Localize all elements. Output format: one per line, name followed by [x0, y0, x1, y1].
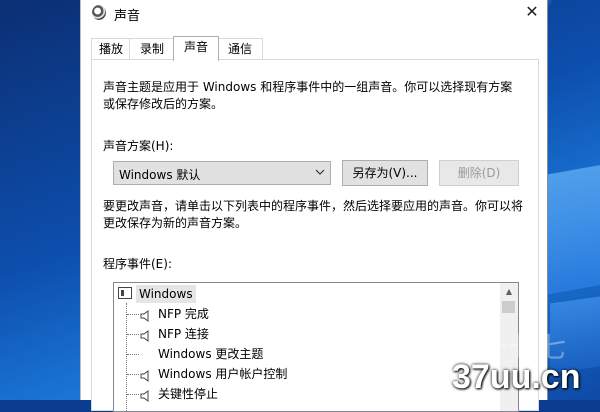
speaker-icon	[140, 368, 152, 382]
event-label: NFP 完成	[158, 307, 209, 321]
close-button[interactable]: ✕	[518, 0, 546, 26]
events-instructions: 要更改声音，请单击以下列表中的程序事件，然后选择要应用的声音。你可以将更改保存为…	[103, 199, 524, 230]
scroll-thumb[interactable]	[502, 301, 515, 313]
list-item[interactable]: Windows 更改主题	[114, 344, 500, 364]
tree-branch	[127, 394, 139, 395]
tab-recording[interactable]: 录制	[129, 38, 175, 59]
tree-branch	[127, 334, 139, 335]
event-group-label: Windows	[136, 285, 196, 303]
event-label: Windows 用户帐户控制	[158, 367, 288, 381]
tab-playback[interactable]: 播放	[91, 38, 131, 59]
chevron-down-icon	[315, 166, 325, 180]
list-item[interactable]: NFP 完成	[114, 304, 500, 324]
program-events-label: 程序事件(E):	[103, 257, 172, 271]
event-label: Windows 更改主题	[158, 347, 264, 361]
event-group-windows[interactable]: Windows	[114, 284, 500, 304]
list-item[interactable]: Windows 用户帐户控制	[114, 364, 500, 384]
speaker-app-icon	[92, 5, 106, 20]
window-group-icon	[118, 287, 132, 299]
tab-sounds[interactable]: 声音	[173, 36, 219, 61]
scroll-up-arrow-icon[interactable]: ▲	[500, 283, 518, 300]
scheme-description: 声音主题是应用于 Windows 和程序事件中的一组声音。你可以选择现有方案或保…	[103, 80, 513, 111]
tree-branch	[127, 314, 139, 315]
list-item[interactable]: 关键性停止	[114, 384, 500, 404]
speaker-icon	[140, 328, 152, 342]
tab-communications[interactable]: 通信	[217, 38, 263, 59]
scheme-dropdown-value: Windows 默认	[119, 168, 201, 182]
delete-button[interactable]: 删除(D)	[439, 160, 519, 186]
event-label: NFP 连接	[158, 327, 209, 341]
site-watermark: 37uu.cn	[452, 358, 581, 396]
window-title: 声音	[114, 9, 141, 24]
list-item[interactable]: NFP 连接	[114, 324, 500, 344]
tree-branch	[127, 374, 139, 375]
save-as-button[interactable]: 另存为(V)...	[342, 160, 428, 186]
speaker-icon	[140, 388, 152, 402]
scheme-label: 声音方案(H):	[103, 139, 174, 153]
scheme-dropdown[interactable]: Windows 默认	[113, 161, 331, 185]
tree-branch	[127, 354, 139, 355]
title-bar[interactable]: 声音 ✕	[81, 0, 547, 28]
event-label: 关键性停止	[158, 387, 219, 401]
desktop-light-pane	[545, 165, 600, 295]
speaker-icon	[140, 308, 152, 322]
